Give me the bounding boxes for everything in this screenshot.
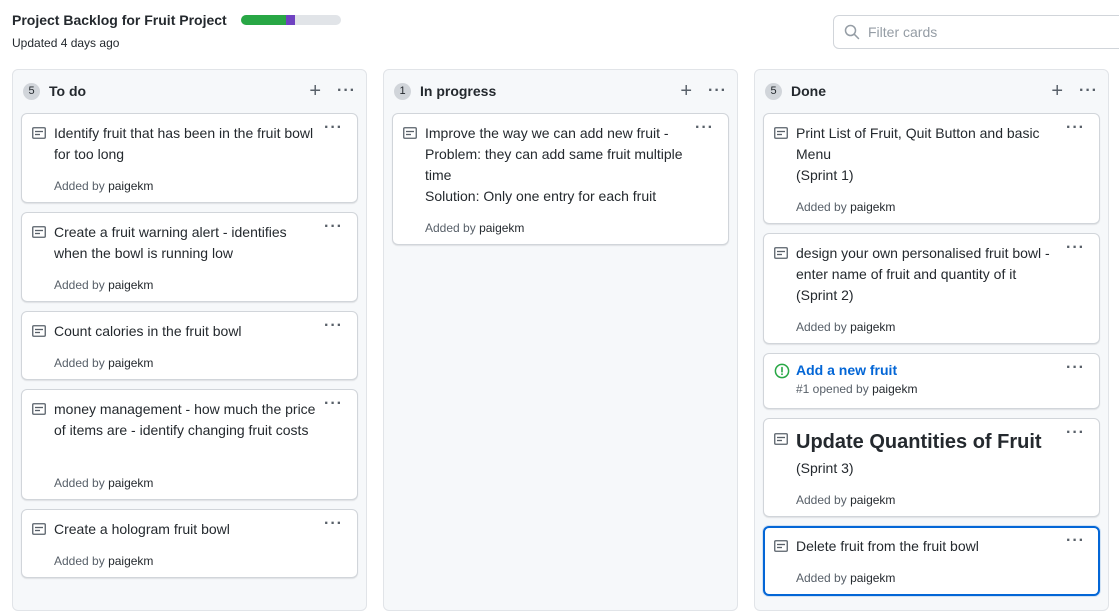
card-added-by: Added by paigekm — [54, 179, 154, 193]
column-menu-button[interactable]: ··· — [1079, 83, 1098, 99]
note-icon — [32, 523, 46, 535]
card[interactable]: Count calories in the fruit bowl Added b… — [21, 311, 358, 380]
card-menu-button[interactable]: ··· — [324, 317, 343, 335]
search-icon — [844, 24, 860, 40]
card[interactable]: Improve the way we can add new fruit - P… — [392, 113, 729, 245]
card-count-badge: 5 — [23, 82, 40, 100]
card-added-by: Added by paigekm — [796, 493, 896, 507]
column-menu-button[interactable]: ··· — [337, 83, 356, 99]
card-added-by: Added by paigekm — [796, 200, 896, 214]
card-author-link[interactable]: paigekm — [108, 356, 153, 370]
card-menu-button[interactable]: ··· — [324, 515, 343, 533]
note-icon — [32, 403, 46, 415]
column-header: 1 In progress + ··· — [384, 70, 737, 112]
card-menu-button[interactable]: ··· — [1066, 239, 1085, 257]
column-header: 5 Done + ··· — [755, 70, 1108, 112]
issue-title-link[interactable]: Add a new fruit — [796, 360, 897, 381]
card[interactable]: Create a hologram fruit bowl Added by pa… — [21, 509, 358, 578]
card-sprint-label: (Sprint 2) — [796, 287, 854, 303]
column-menu-button[interactable]: ··· — [708, 83, 727, 99]
card-author-link[interactable]: paigekm — [850, 200, 895, 214]
card-menu-button[interactable]: ··· — [1066, 359, 1085, 377]
card-note-text: Count calories in the fruit bowl — [54, 323, 242, 339]
card-menu-button[interactable]: ··· — [324, 395, 343, 413]
note-icon — [32, 325, 46, 337]
card-author-link[interactable]: paigekm — [108, 476, 153, 490]
card-note-text: Create a fruit warning alert - identifie… — [54, 224, 287, 261]
card-menu-button[interactable]: ··· — [324, 218, 343, 236]
card-note-text: design your own personalised fruit bowl … — [796, 245, 1050, 282]
column-header: 5 To do + ··· — [13, 70, 366, 112]
card[interactable]: money management - how much the price of… — [21, 389, 358, 500]
issue-meta: #1 opened by paigekm — [796, 382, 918, 396]
card-added-by: Added by paigekm — [54, 476, 154, 490]
progress-done — [240, 15, 286, 25]
card-added-by: Added by paigekm — [796, 571, 896, 585]
card[interactable]: Print List of Fruit, Quit Button and bas… — [763, 113, 1100, 224]
card-author-link[interactable]: paigekm — [108, 554, 153, 568]
card[interactable]: design your own personalised fruit bowl … — [763, 233, 1100, 344]
progress-in-progress — [285, 15, 295, 25]
card-added-by: Added by paigekm — [54, 278, 154, 292]
note-icon — [774, 433, 788, 445]
card-author-link[interactable]: paigekm — [108, 179, 153, 193]
filter-cards-box[interactable] — [833, 15, 1119, 49]
note-icon — [32, 226, 46, 238]
card-author-link[interactable]: paigekm — [850, 571, 895, 585]
issue-opened-icon — [774, 363, 790, 379]
note-icon — [774, 127, 788, 139]
card-author-link[interactable]: paigekm — [850, 320, 895, 334]
card-note-text: Print List of Fruit, Quit Button and bas… — [796, 125, 1040, 162]
column-title[interactable]: To do — [49, 83, 309, 99]
column-done: 5 Done + ··· Print List of Fruit, Quit B… — [754, 69, 1109, 611]
note-icon — [774, 247, 788, 259]
card-menu-button[interactable]: ··· — [324, 119, 343, 137]
card-menu-button[interactable]: ··· — [1066, 424, 1085, 442]
card-added-by: Added by paigekm — [425, 221, 525, 235]
card-added-by: Added by paigekm — [54, 554, 154, 568]
column-title[interactable]: Done — [791, 83, 1051, 99]
note-icon — [774, 540, 788, 552]
card-author-link[interactable]: paigekm — [850, 493, 895, 507]
card-note-text: Identify fruit that has been in the frui… — [54, 125, 314, 162]
project-progress-bar — [240, 15, 341, 25]
card-sprint-label: (Sprint 1) — [796, 167, 854, 183]
card-note-heading: Update Quantities of Fruit — [796, 431, 1042, 453]
filter-cards-input[interactable] — [868, 24, 1108, 40]
add-card-button[interactable]: + — [309, 81, 321, 101]
card-added-by: Added by paigekm — [796, 320, 896, 334]
card-author-link[interactable]: paigekm — [479, 221, 524, 235]
card[interactable]: Identify fruit that has been in the frui… — [21, 113, 358, 203]
card-note-text: Delete fruit from the fruit bowl — [796, 538, 979, 554]
card-note-text: money management - how much the price of… — [54, 401, 316, 438]
card-menu-button[interactable]: ··· — [1066, 532, 1085, 550]
card-note-text-solution: Solution: Only one entry for each fruit — [425, 188, 657, 204]
card-count-badge: 5 — [765, 82, 782, 100]
note-icon — [32, 127, 46, 139]
card-menu-button[interactable]: ··· — [695, 119, 714, 137]
column-to-do: 5 To do + ··· Identify fruit that has be… — [12, 69, 367, 611]
card-selected[interactable]: Delete fruit from the fruit bowl Added b… — [763, 526, 1100, 596]
project-header: Project Backlog for Fruit Project Update… — [12, 12, 341, 50]
project-title[interactable]: Project Backlog for Fruit Project — [12, 12, 227, 28]
add-card-button[interactable]: + — [1051, 81, 1063, 101]
updated-timestamp: Updated 4 days ago — [12, 36, 120, 50]
card-count-badge: 1 — [394, 82, 411, 100]
card-menu-button[interactable]: ··· — [1066, 119, 1085, 137]
card-sprint-label: (Sprint 3) — [796, 460, 854, 476]
column-title[interactable]: In progress — [420, 83, 680, 99]
add-card-button[interactable]: + — [680, 81, 692, 101]
card[interactable]: Create a fruit warning alert - identifie… — [21, 212, 358, 302]
column-in-progress: 1 In progress + ··· Improve the way we c… — [383, 69, 738, 611]
card-note-text: Improve the way we can add new fruit - P… — [425, 125, 683, 183]
note-icon — [403, 127, 417, 139]
issue-card[interactable]: Add a new fruit #1 opened by paigekm ··· — [763, 353, 1100, 409]
card[interactable]: Update Quantities of Fruit (Sprint 3) Ad… — [763, 418, 1100, 517]
card-author-link[interactable]: paigekm — [108, 278, 153, 292]
card-note-text: Create a hologram fruit bowl — [54, 521, 230, 537]
issue-author-link[interactable]: paigekm — [872, 382, 917, 396]
card-added-by: Added by paigekm — [54, 356, 154, 370]
